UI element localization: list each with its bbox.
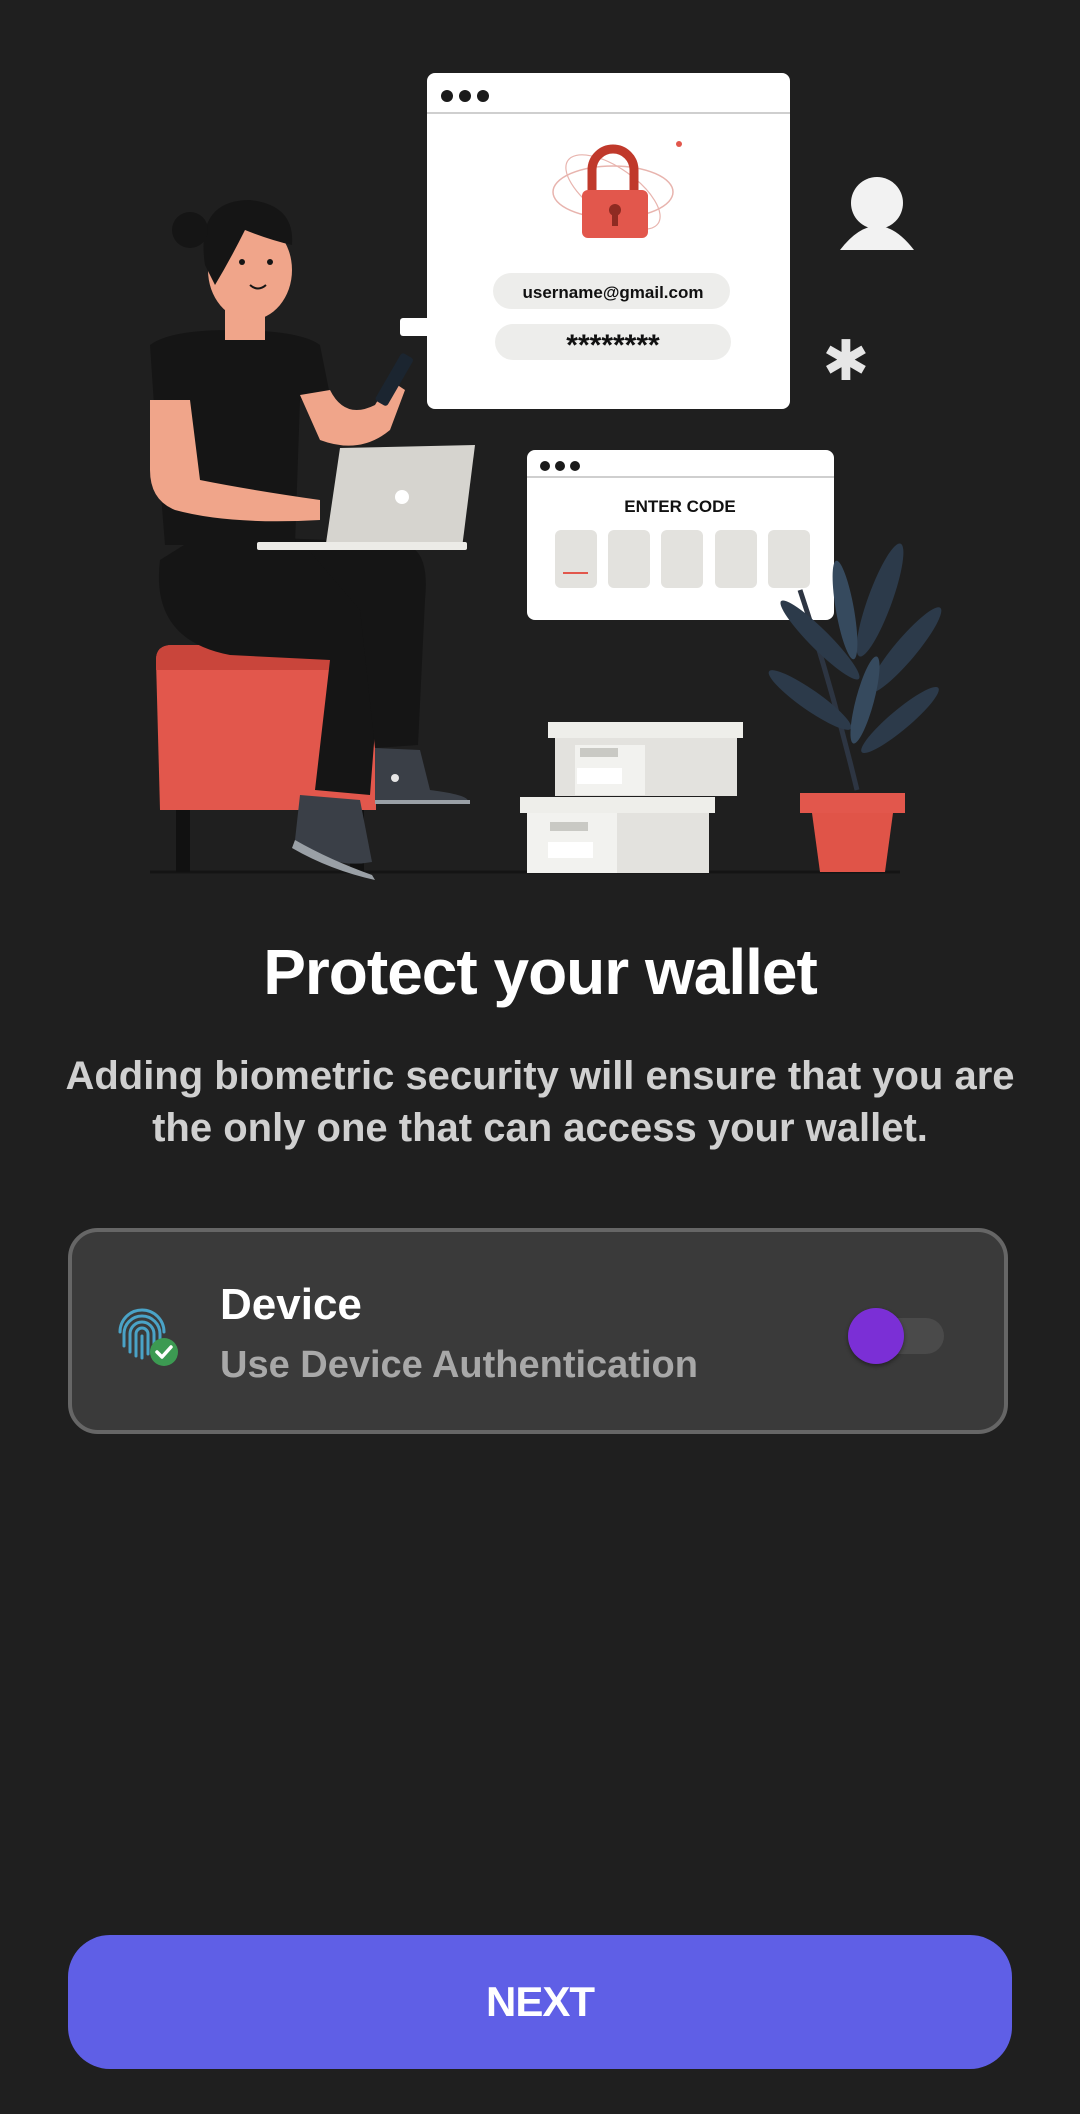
enter-code-label: ENTER CODE	[624, 497, 735, 516]
login-password-text: ********	[566, 329, 660, 362]
login-window: username@gmail.com ********	[427, 73, 790, 409]
next-button[interactable]: NEXT	[68, 1935, 1012, 2069]
page-title: Protect your wallet	[263, 936, 818, 1008]
enter-code-window: ENTER CODE	[527, 450, 834, 620]
storage-boxes	[520, 722, 743, 873]
device-option-subtitle: Use Device Authentication	[220, 1344, 698, 1386]
security-illustration: username@gmail.com ******** ✱ ENTER CODE	[150, 73, 942, 880]
device-option-title: Device	[220, 1280, 362, 1329]
user-icon	[840, 177, 914, 250]
toggle-knob	[848, 1308, 904, 1364]
login-email-text: username@gmail.com	[523, 283, 704, 302]
device-auth-toggle[interactable]	[848, 1308, 944, 1364]
fingerprint-check-icon	[118, 1308, 178, 1366]
device-auth-option[interactable]: Device Use Device Authentication	[68, 1228, 1008, 1434]
asterisk-icon: ✱	[823, 329, 870, 394]
page-subtitle: Adding biometric security will ensure th…	[65, 1054, 1015, 1150]
